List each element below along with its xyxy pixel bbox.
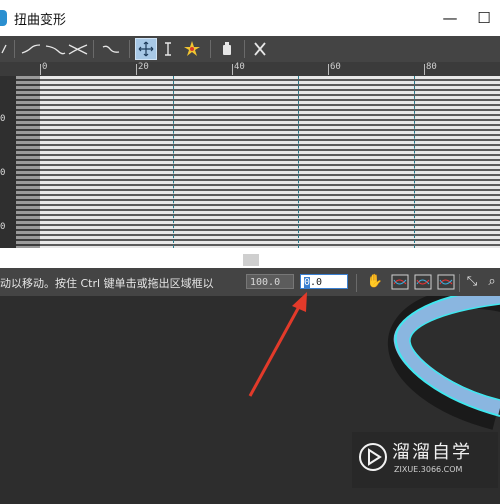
watermark: 溜溜自学 ZIXUE.3066.COM	[352, 432, 498, 488]
annotation-arrow	[248, 292, 307, 397]
watermark-brand: 溜溜自学	[392, 442, 472, 463]
watermark-url: ZIXUE.3066.COM	[394, 465, 463, 474]
play-logo-icon	[359, 443, 387, 471]
